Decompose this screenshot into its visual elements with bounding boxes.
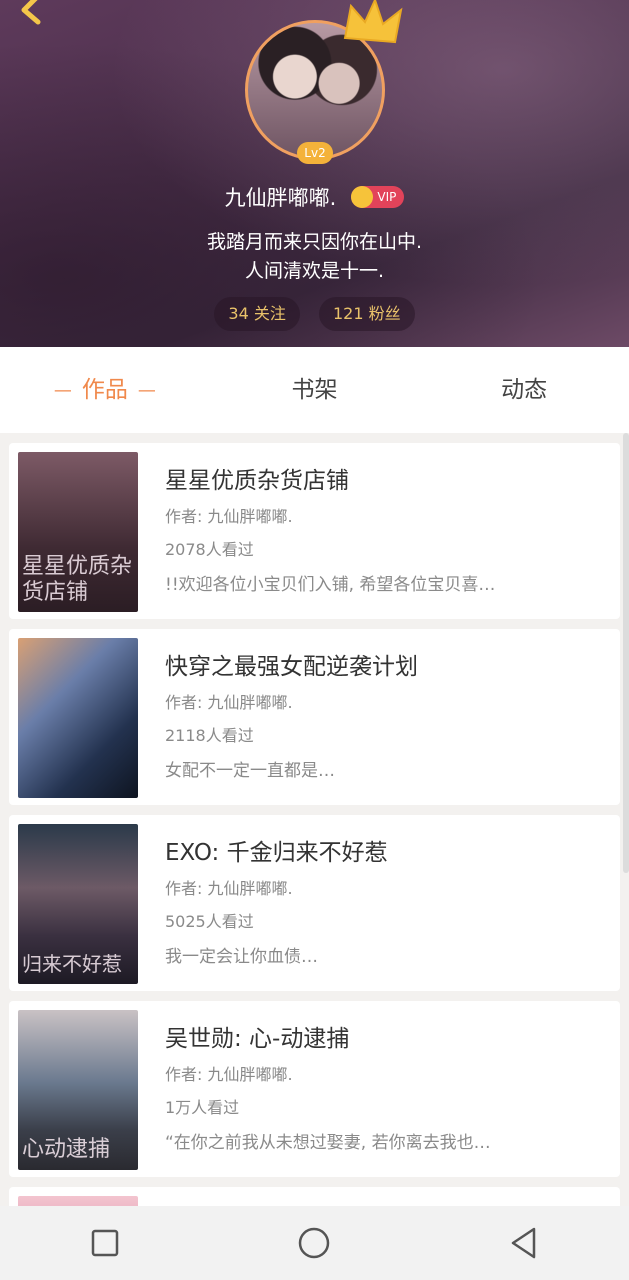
- name-row: 九仙胖嘟嘟. VIP: [0, 182, 629, 212]
- following-count-button[interactable]: 34 关注: [214, 297, 300, 331]
- level-badge: Lv2: [297, 142, 333, 164]
- book-cover: 归来不好惹: [18, 824, 138, 984]
- cover-title: 心动逮捕: [22, 1137, 111, 1162]
- book-title: EXO: 千金归来不好惹: [165, 840, 388, 866]
- user-bio: 我踏月而来只因你在山中. 人间清欢是十一.: [0, 228, 629, 286]
- book-views: 2078人看过: [165, 540, 254, 559]
- tab-activity-label: 动态: [501, 377, 548, 403]
- book-title: 快穿之最强女配逆袭计划: [165, 654, 418, 680]
- profile-header: Lv2 九仙胖嘟嘟. VIP 我踏月而来只因你在山中. 人间清欢是十一. 34 …: [0, 0, 629, 347]
- avatar-container: Lv2: [245, 0, 403, 164]
- cover-title: 归来不好惹: [22, 952, 122, 976]
- book-views: 2118人看过: [165, 726, 254, 745]
- book-info: 吴世勋: 心-动逮捕 作者: 九仙胖嘟嘟. 1万人看过 “在你之前我从未想过娶妻…: [165, 1019, 600, 1153]
- chevron-left-icon[interactable]: [14, 0, 48, 28]
- book-description: “在你之前我从未想过娶妻, 若你离去我也…: [165, 1133, 491, 1153]
- book-author: 作者: 九仙胖嘟嘟.: [165, 507, 293, 526]
- works-list: 星星优质杂货店铺 星星优质杂货店铺 作者: 九仙胖嘟嘟. 2078人看过 !!欢…: [0, 433, 629, 1206]
- book-description: !!欢迎各位小宝贝们入铺, 希望各位宝贝喜…: [165, 575, 496, 595]
- user-name: 九仙胖嘟嘟.: [224, 186, 337, 210]
- tab-bookshelf-label: 书架: [291, 377, 338, 403]
- list-item[interactable]: 归来不好惹 EXO: 千金归来不好惹 作者: 九仙胖嘟嘟. 5025人看过 我一…: [9, 815, 620, 991]
- bio-line-2: 人间清欢是十一.: [244, 260, 385, 282]
- system-nav-bar: [0, 1206, 629, 1280]
- tab-activity[interactable]: 动态: [419, 347, 629, 433]
- triangle-back-icon: [511, 1227, 536, 1259]
- profile-page: Lv2 九仙胖嘟嘟. VIP 我踏月而来只因你在山中. 人间清欢是十一. 34 …: [0, 0, 629, 1280]
- book-author: 作者: 九仙胖嘟嘟.: [165, 1065, 293, 1084]
- book-description: 女配不一定一直都是…: [165, 761, 335, 781]
- follow-counts: 34 关注 121 粉丝: [0, 297, 629, 331]
- sun-icon: [351, 186, 374, 208]
- list-item[interactable]: 心动逮捕 吴世勋: 心-动逮捕 作者: 九仙胖嘟嘟. 1万人看过 “在你之前我从…: [9, 1001, 620, 1177]
- tab-works-label: 作品: [81, 377, 128, 403]
- crown-icon: [343, 0, 403, 44]
- bio-line-1: 我踏月而来只因你在山中.: [206, 231, 423, 253]
- book-author: 作者: 九仙胖嘟嘟.: [165, 879, 293, 898]
- book-description: 我一定会让你血债…: [165, 947, 318, 967]
- book-author: 作者: 九仙胖嘟嘟.: [165, 693, 293, 712]
- cover-title: 星星优质杂货店铺: [22, 554, 133, 605]
- book-cover: [18, 638, 138, 798]
- vip-badge[interactable]: VIP: [351, 186, 405, 208]
- followers-count-button[interactable]: 121 粉丝: [318, 297, 415, 331]
- book-cover: 星星优质杂货店铺: [18, 452, 138, 612]
- list-item[interactable]: 星星优质杂货店铺 星星优质杂货店铺 作者: 九仙胖嘟嘟. 2078人看过 !!欢…: [9, 443, 620, 619]
- scrollbar[interactable]: [623, 433, 629, 873]
- back-button[interactable]: [494, 1213, 554, 1273]
- home-button[interactable]: [284, 1213, 344, 1273]
- list-item[interactable]: 快穿之最强女配逆袭计划 作者: 九仙胖嘟嘟. 2118人看过 女配不一定一直都是…: [9, 629, 620, 805]
- book-cover: 心动逮捕: [18, 1010, 138, 1170]
- circle-icon: [299, 1227, 330, 1259]
- profile-tabs: 作品 书架 动态: [0, 347, 629, 433]
- list-item-partial[interactable]: [9, 1187, 620, 1206]
- book-title: 星星优质杂货店铺: [165, 468, 349, 494]
- book-views: 1万人看过: [165, 1098, 240, 1117]
- square-icon: [91, 1229, 119, 1257]
- tab-works[interactable]: 作品: [0, 347, 210, 433]
- vip-label: VIP: [377, 190, 397, 204]
- book-views: 5025人看过: [165, 912, 254, 931]
- book-cover: [18, 1196, 138, 1206]
- book-info: 星星优质杂货店铺 作者: 九仙胖嘟嘟. 2078人看过 !!欢迎各位小宝贝们入铺…: [165, 461, 600, 595]
- book-info: 快穿之最强女配逆袭计划 作者: 九仙胖嘟嘟. 2118人看过 女配不一定一直都是…: [165, 647, 600, 781]
- book-title: 吴世勋: 心-动逮捕: [165, 1026, 350, 1052]
- tab-bookshelf[interactable]: 书架: [210, 347, 420, 433]
- book-info: EXO: 千金归来不好惹 作者: 九仙胖嘟嘟. 5025人看过 我一定会让你血债…: [165, 833, 600, 967]
- recent-apps-button[interactable]: [75, 1213, 135, 1273]
